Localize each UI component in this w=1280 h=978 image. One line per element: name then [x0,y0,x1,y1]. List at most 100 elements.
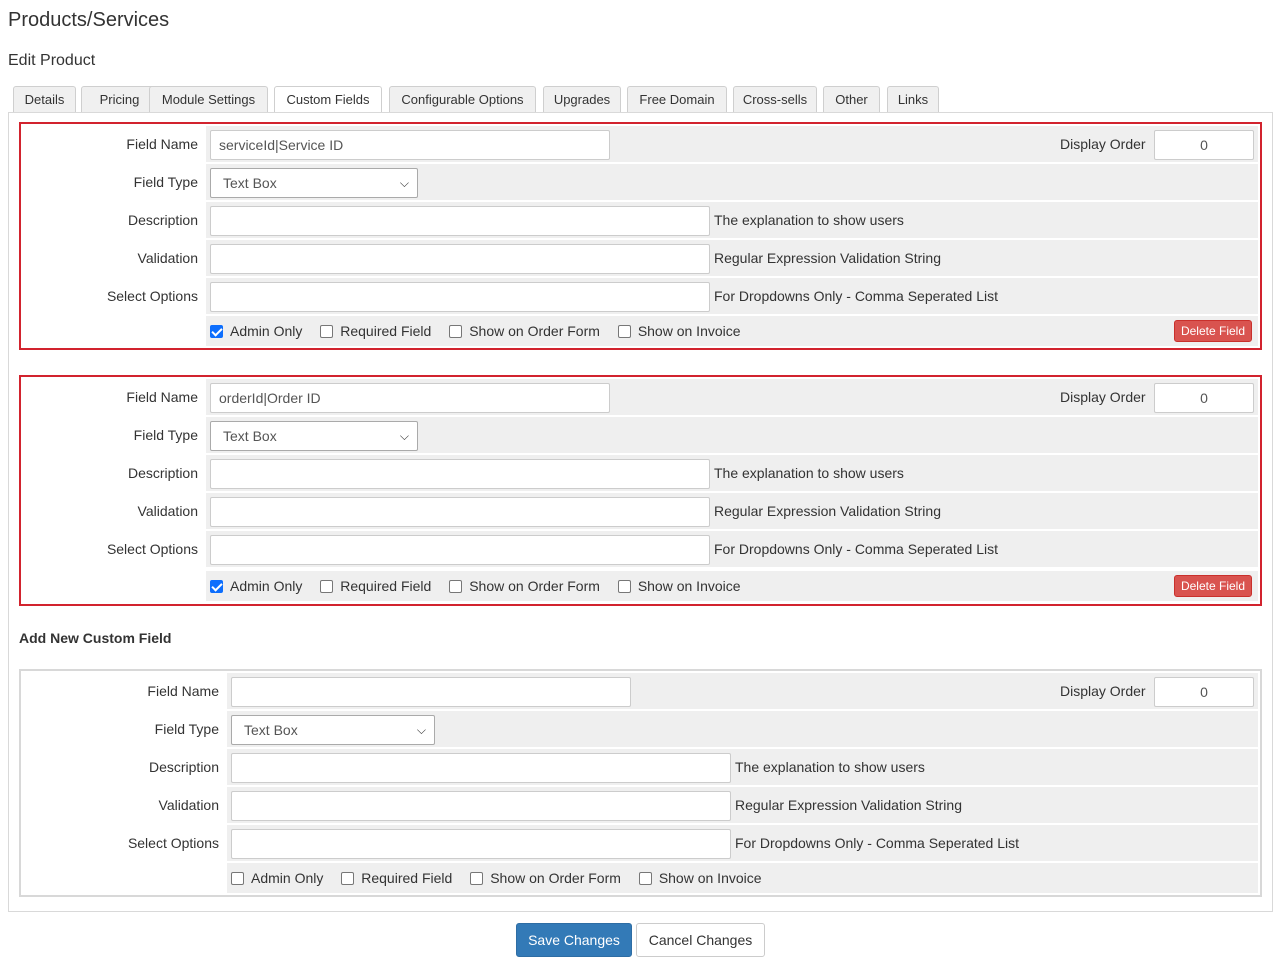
field-type-label: Field Type [23,711,227,747]
add-new-custom-field-title: Add New Custom Field [19,630,172,646]
tab-links[interactable]: Links [887,86,939,113]
tab-cross-sells[interactable]: Cross-sells [733,86,817,113]
validation-hint: Regular Expression Validation String [735,797,962,813]
chevron-down-icon: ⌵ [399,429,409,443]
field-type-row: Field Type Text Box ⌵ [23,417,1258,455]
cancel-changes-button[interactable]: Cancel Changes [636,923,765,957]
checkbox-icon [231,871,244,885]
tab-details[interactable]: Details [13,86,76,113]
field-name-row: Field Name Display Order [23,379,1258,417]
field-type-label: Field Type [23,417,206,453]
validation-input[interactable] [210,497,710,527]
tab-configurable-options[interactable]: Configurable Options [389,86,536,113]
display-order-label: Display Order [1060,136,1146,152]
field-type-value: Text Box [244,722,298,738]
field-name-label: Field Name [23,126,206,162]
field-name-input[interactable] [210,130,610,160]
description-row: Description The explanation to show user… [23,455,1258,493]
field-type-select[interactable]: Text Box ⌵ [210,168,418,198]
field-name-input[interactable] [210,383,610,413]
display-order-label: Display Order [1060,389,1146,405]
checkbox-checked-icon [210,324,223,338]
description-label: Description [23,455,206,491]
new-validation-input[interactable] [231,791,731,821]
new-description-input[interactable] [231,753,731,783]
validation-input[interactable] [210,244,710,274]
field-name-row: Field Name Display Order [23,126,1258,164]
custom-field-card: Field Name Display Order Field Type Text… [19,375,1262,606]
description-row: Description The explanation to show user… [23,202,1258,240]
field-name-label: Field Name [23,379,206,415]
chevron-down-icon: ⌵ [416,723,426,737]
display-order-input[interactable] [1154,130,1254,160]
select-options-hint: For Dropdowns Only - Comma Seperated Lis… [735,835,1019,851]
field-name-row: Field Name Display Order [23,673,1258,711]
show-on-order-form-checkbox[interactable]: Show on Order Form [449,571,600,601]
validation-hint: Regular Expression Validation String [714,503,941,519]
tab-module-settings[interactable]: Module Settings [149,86,268,113]
required-field-checkbox[interactable]: Required Field [320,571,431,601]
description-input[interactable] [210,206,710,236]
select-options-label: Select Options [23,278,206,314]
admin-only-checkbox[interactable]: Admin Only [210,571,302,601]
show-on-invoice-checkbox[interactable]: Show on Invoice [617,571,741,601]
checkbox-icon [638,871,652,885]
checkbox-icon [449,324,463,338]
field-type-select[interactable]: Text Box ⌵ [210,421,418,451]
new-select-options-input[interactable] [231,829,731,859]
select-options-label: Select Options [23,825,227,861]
admin-only-checkbox[interactable]: Admin Only [231,863,323,893]
delete-field-button[interactable]: Delete Field [1173,320,1252,342]
checkbox-icon [617,324,631,338]
new-custom-field-card: Field Name Display Order Field Type Text… [19,669,1262,897]
flags-row: Admin Only Required Field Show on Order … [23,863,1258,893]
checkbox-icon [449,579,463,593]
select-options-hint: For Dropdowns Only - Comma Seperated Lis… [714,541,998,557]
tab-custom-fields[interactable]: Custom Fields [274,86,382,114]
description-input[interactable] [210,459,710,489]
chevron-down-icon: ⌵ [399,176,409,190]
admin-only-checkbox[interactable]: Admin Only [210,316,302,346]
validation-label: Validation [23,240,206,276]
checkbox-icon [470,871,484,885]
tab-upgrades[interactable]: Upgrades [543,86,621,113]
validation-row: Validation Regular Expression Validation… [23,240,1258,278]
checkbox-checked-icon [210,579,223,593]
required-field-checkbox[interactable]: Required Field [320,316,431,346]
field-type-value: Text Box [223,428,277,444]
checkbox-icon [617,579,631,593]
validation-hint: Regular Expression Validation String [714,250,941,266]
custom-field-card: Field Name Display Order Field Type Text… [19,122,1262,350]
tab-other[interactable]: Other [823,86,880,113]
delete-field-button[interactable]: Delete Field [1173,575,1252,597]
description-label: Description [23,202,206,238]
tab-pricing[interactable]: Pricing [81,86,158,113]
select-options-label: Select Options [23,531,206,567]
description-hint: The explanation to show users [735,759,925,775]
select-options-row: Select Options For Dropdowns Only - Comm… [23,278,1258,316]
validation-row: Validation Regular Expression Validation… [23,493,1258,531]
display-order-input[interactable] [1154,383,1254,413]
description-label: Description [23,749,227,785]
validation-label: Validation [23,493,206,529]
new-field-type-select[interactable]: Text Box ⌵ [231,715,435,745]
select-options-input[interactable] [210,535,710,565]
show-on-order-form-checkbox[interactable]: Show on Order Form [470,863,621,893]
new-field-name-input[interactable] [231,677,631,707]
description-hint: The explanation to show users [714,212,904,228]
select-options-input[interactable] [210,282,710,312]
flags-row: Admin Only Required Field Show on Order … [23,571,1258,601]
tab-free-domain[interactable]: Free Domain [627,86,727,113]
page-subtitle: Edit Product [8,52,96,69]
save-changes-button[interactable]: Save Changes [516,923,632,957]
show-on-order-form-checkbox[interactable]: Show on Order Form [449,316,600,346]
show-on-invoice-checkbox[interactable]: Show on Invoice [617,316,741,346]
show-on-invoice-checkbox[interactable]: Show on Invoice [638,863,762,893]
page-title: Products/Services [8,9,170,31]
display-order-label: Display Order [1060,683,1146,699]
new-display-order-input[interactable] [1154,677,1254,707]
required-field-checkbox[interactable]: Required Field [341,863,452,893]
checkbox-icon [320,579,334,593]
field-type-row: Field Type Text Box ⌵ [23,711,1258,749]
description-row: Description The explanation to show user… [23,749,1258,787]
